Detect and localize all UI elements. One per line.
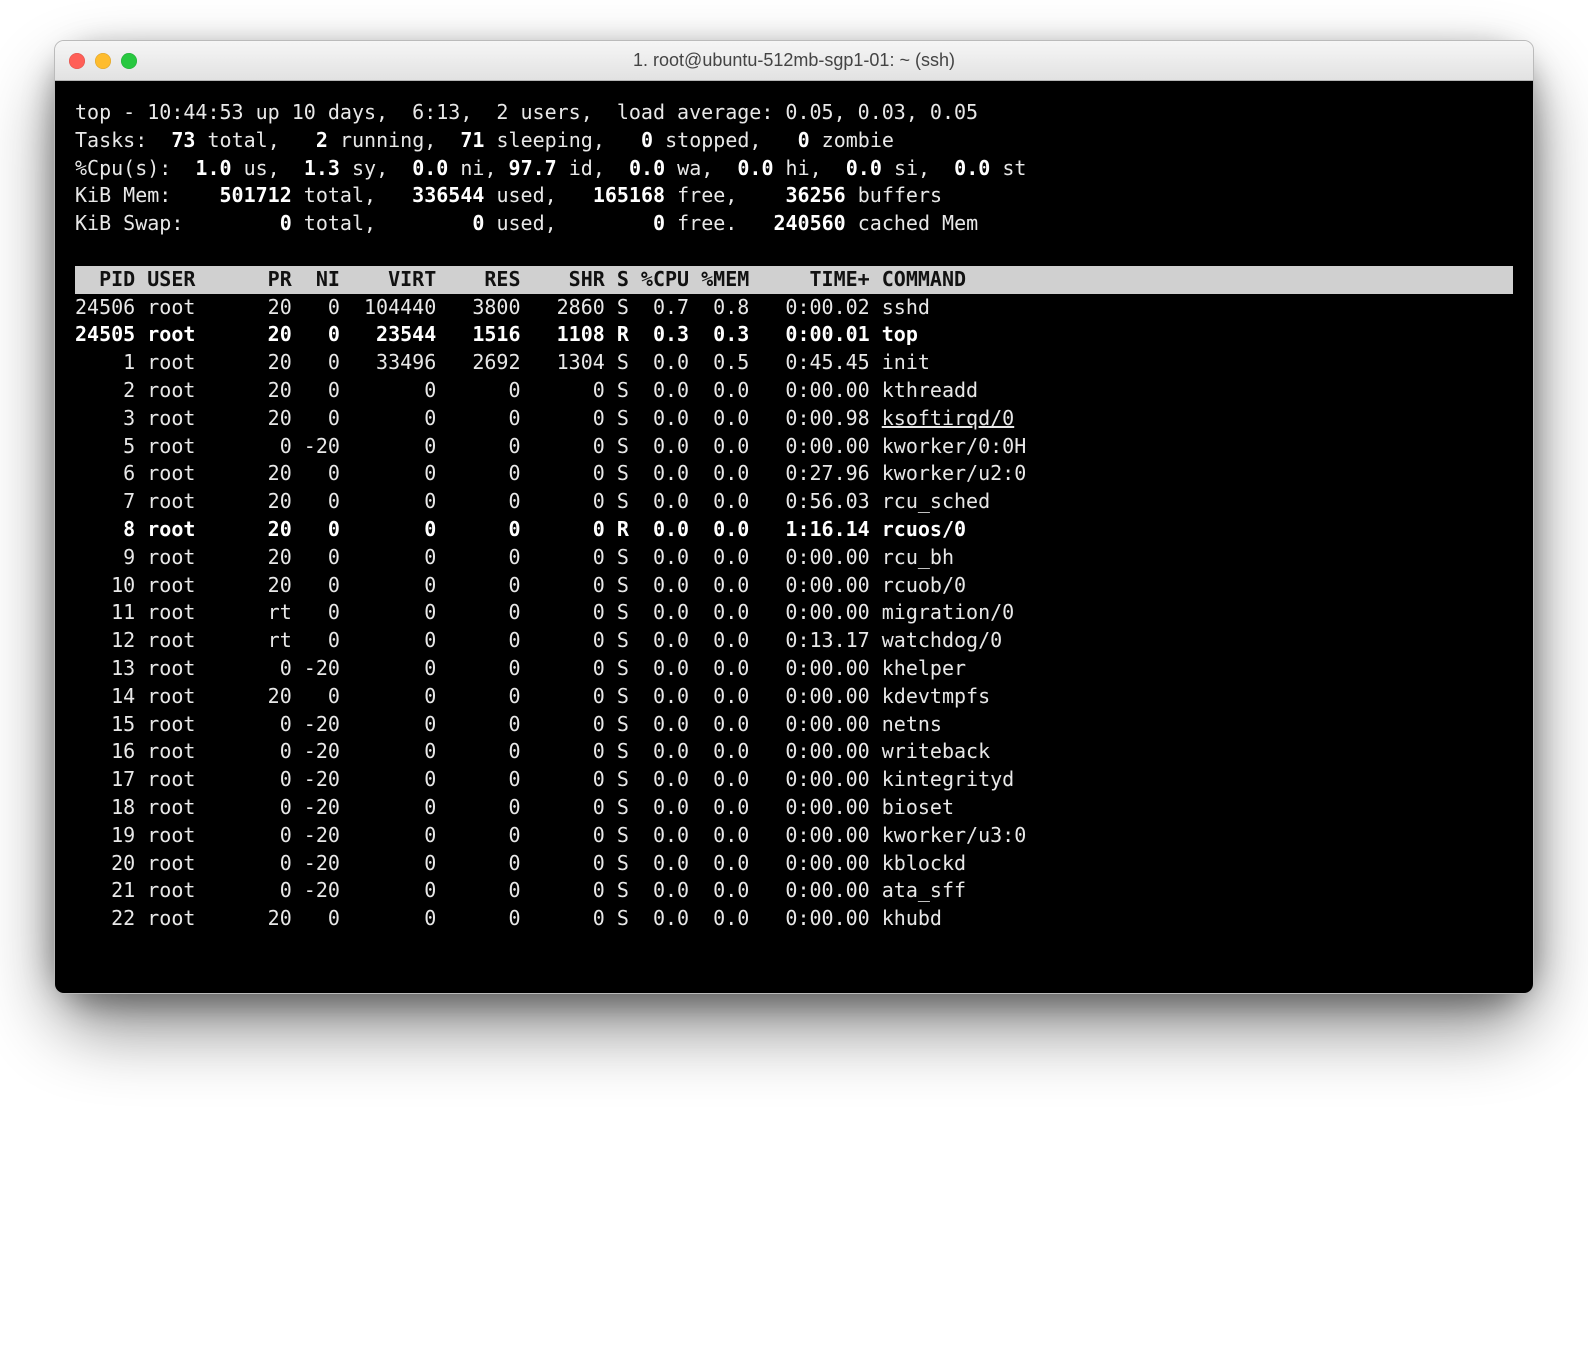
process-row[interactable]: 5 root 0 -20 0 0 0 S 0.0 0.0 0:00.00 kwo… [75, 433, 1513, 461]
process-row[interactable]: 20 root 0 -20 0 0 0 S 0.0 0.0 0:00.00 kb… [75, 850, 1513, 878]
summary-uptime: top - 10:44:53 up 10 days, 6:13, 2 users… [75, 99, 1513, 127]
process-row[interactable]: 1 root 20 0 33496 2692 1304 S 0.0 0.5 0:… [75, 349, 1513, 377]
blank-line [75, 238, 1513, 266]
process-row[interactable]: 16 root 0 -20 0 0 0 S 0.0 0.0 0:00.00 wr… [75, 738, 1513, 766]
process-row[interactable]: 7 root 20 0 0 0 0 S 0.0 0.0 0:56.03 rcu_… [75, 488, 1513, 516]
summary-swap: KiB Swap: 0 total, 0 used, 0 free. 24056… [75, 210, 1513, 238]
terminal-body[interactable]: top - 10:44:53 up 10 days, 6:13, 2 users… [55, 81, 1533, 993]
process-row[interactable]: 17 root 0 -20 0 0 0 S 0.0 0.0 0:00.00 ki… [75, 766, 1513, 794]
process-row[interactable]: 12 root rt 0 0 0 0 S 0.0 0.0 0:13.17 wat… [75, 627, 1513, 655]
process-row[interactable]: 11 root rt 0 0 0 0 S 0.0 0.0 0:00.00 mig… [75, 599, 1513, 627]
process-row[interactable]: 6 root 20 0 0 0 0 S 0.0 0.0 0:27.96 kwor… [75, 460, 1513, 488]
close-icon[interactable] [69, 53, 85, 69]
process-row[interactable]: 24505 root 20 0 23544 1516 1108 R 0.3 0.… [75, 321, 1513, 349]
minimize-icon[interactable] [95, 53, 111, 69]
column-header[interactable]: PID USER PR NI VIRT RES SHR S %CPU %MEM … [75, 266, 1513, 294]
process-row[interactable]: 14 root 20 0 0 0 0 S 0.0 0.0 0:00.00 kde… [75, 683, 1513, 711]
summary-cpu: %Cpu(s): 1.0 us, 1.3 sy, 0.0 ni, 97.7 id… [75, 155, 1513, 183]
process-row[interactable]: 10 root 20 0 0 0 0 S 0.0 0.0 0:00.00 rcu… [75, 572, 1513, 600]
titlebar[interactable]: 1. root@ubuntu-512mb-sgp1-01: ~ (ssh) [55, 41, 1533, 81]
process-row[interactable]: 22 root 20 0 0 0 0 S 0.0 0.0 0:00.00 khu… [75, 905, 1513, 933]
process-row[interactable]: 24506 root 20 0 104440 3800 2860 S 0.7 0… [75, 294, 1513, 322]
process-row[interactable]: 19 root 0 -20 0 0 0 S 0.0 0.0 0:00.00 kw… [75, 822, 1513, 850]
process-row[interactable]: 2 root 20 0 0 0 0 S 0.0 0.0 0:00.00 kthr… [75, 377, 1513, 405]
process-row[interactable]: 9 root 20 0 0 0 0 S 0.0 0.0 0:00.00 rcu_… [75, 544, 1513, 572]
window-controls [69, 53, 137, 69]
process-row[interactable]: 13 root 0 -20 0 0 0 S 0.0 0.0 0:00.00 kh… [75, 655, 1513, 683]
process-row[interactable]: 18 root 0 -20 0 0 0 S 0.0 0.0 0:00.00 bi… [75, 794, 1513, 822]
process-row[interactable]: 15 root 0 -20 0 0 0 S 0.0 0.0 0:00.00 ne… [75, 711, 1513, 739]
summary-tasks: Tasks: 73 total, 2 running, 71 sleeping,… [75, 127, 1513, 155]
window-title: 1. root@ubuntu-512mb-sgp1-01: ~ (ssh) [55, 50, 1533, 71]
zoom-icon[interactable] [121, 53, 137, 69]
summary-mem: KiB Mem: 501712 total, 336544 used, 1651… [75, 182, 1513, 210]
terminal-window: 1. root@ubuntu-512mb-sgp1-01: ~ (ssh) to… [54, 40, 1534, 994]
process-row[interactable]: 21 root 0 -20 0 0 0 S 0.0 0.0 0:00.00 at… [75, 877, 1513, 905]
process-row[interactable]: 3 root 20 0 0 0 0 S 0.0 0.0 0:00.98 ksof… [75, 405, 1513, 433]
process-row[interactable]: 8 root 20 0 0 0 0 R 0.0 0.0 1:16.14 rcuo… [75, 516, 1513, 544]
